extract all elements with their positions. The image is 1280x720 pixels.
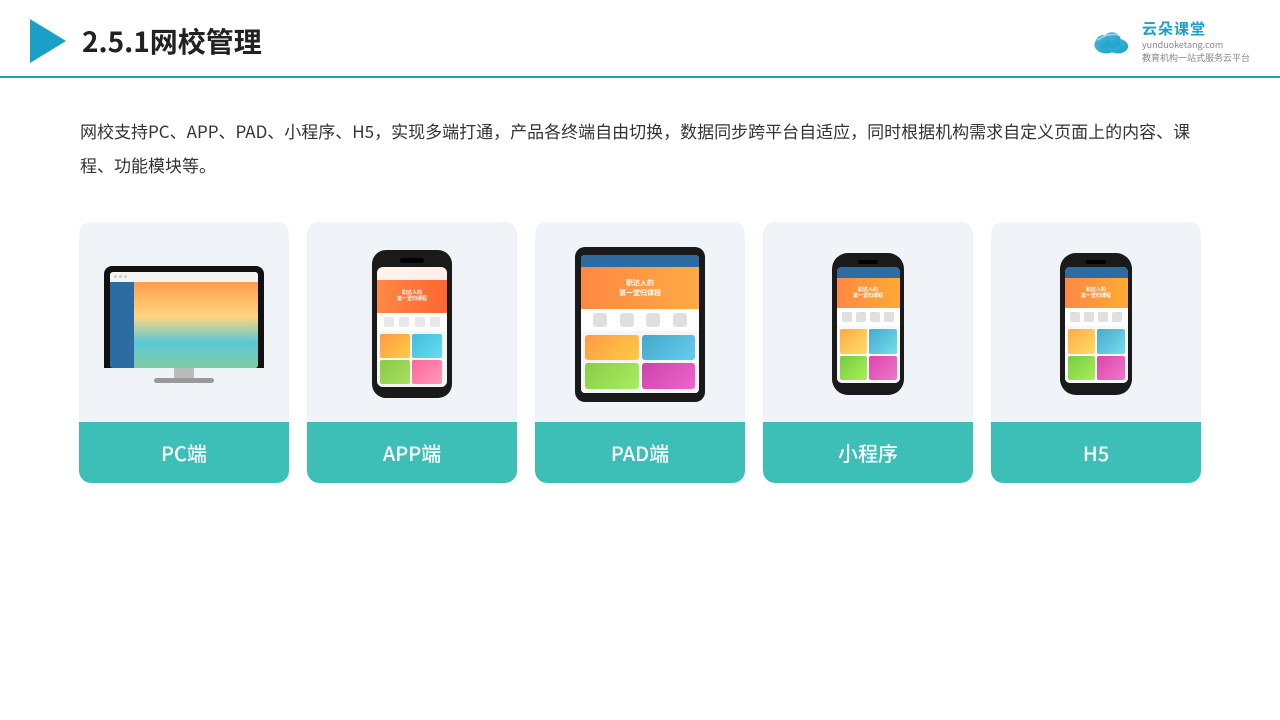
logo-text-area: 云朵课堂 yunduoketang.com 教育机构一站式服务云平台	[1142, 18, 1250, 64]
card-app-label: APP端	[307, 422, 517, 483]
page-title: 2.5.1网校管理	[82, 21, 262, 61]
card-pc: PC端	[79, 222, 289, 483]
header: 2.5.1网校管理 云朵课堂 yunduoketan	[0, 0, 1280, 78]
card-pad-image: 职达人的第一堂归课程	[535, 222, 745, 422]
tablet-device: 职达人的第一堂归课程	[575, 247, 705, 402]
header-left: 2.5.1网校管理	[30, 19, 262, 63]
card-pad-label: PAD端	[535, 422, 745, 483]
card-mini-image: 职达人的第一堂归课程	[763, 222, 973, 422]
logo-name: 云朵课堂	[1142, 18, 1250, 39]
card-h5-label: H5	[991, 422, 1201, 483]
card-pc-image	[79, 222, 289, 422]
card-pad: 职达人的第一堂归课程	[535, 222, 745, 483]
card-h5-image: 职达人的第一堂归课程	[991, 222, 1201, 422]
play-icon	[30, 19, 66, 63]
description-text: 网校支持PC、APP、PAD、小程序、H5，实现多端打通，产品各终端自由切换，数…	[0, 78, 1280, 202]
cloud-icon	[1090, 25, 1134, 57]
card-h5: 职达人的第一堂归课程	[991, 222, 1201, 483]
card-mini-label: 小程序	[763, 422, 973, 483]
pc-monitor	[104, 266, 264, 383]
card-mini: 职达人的第一堂归课程	[763, 222, 973, 483]
phone-device-h5: 职达人的第一堂归课程	[1060, 253, 1132, 395]
logo-cloud	[1090, 25, 1134, 57]
phone-device-mini: 职达人的第一堂归课程	[832, 253, 904, 395]
card-app: 职达人的第一堂归课程	[307, 222, 517, 483]
cards-container: PC端 职达人的第一堂归课程	[0, 202, 1280, 483]
card-pc-label: PC端	[79, 422, 289, 483]
phone-device-app: 职达人的第一堂归课程	[372, 250, 452, 398]
logo-tagline: 教育机构一站式服务云平台	[1142, 52, 1250, 65]
logo-area: 云朵课堂 yunduoketang.com 教育机构一站式服务云平台	[1090, 18, 1250, 64]
description-paragraph: 网校支持PC、APP、PAD、小程序、H5，实现多端打通，产品各终端自由切换，数…	[80, 114, 1200, 182]
card-app-image: 职达人的第一堂归课程	[307, 222, 517, 422]
logo-domain: yunduoketang.com	[1142, 39, 1250, 52]
